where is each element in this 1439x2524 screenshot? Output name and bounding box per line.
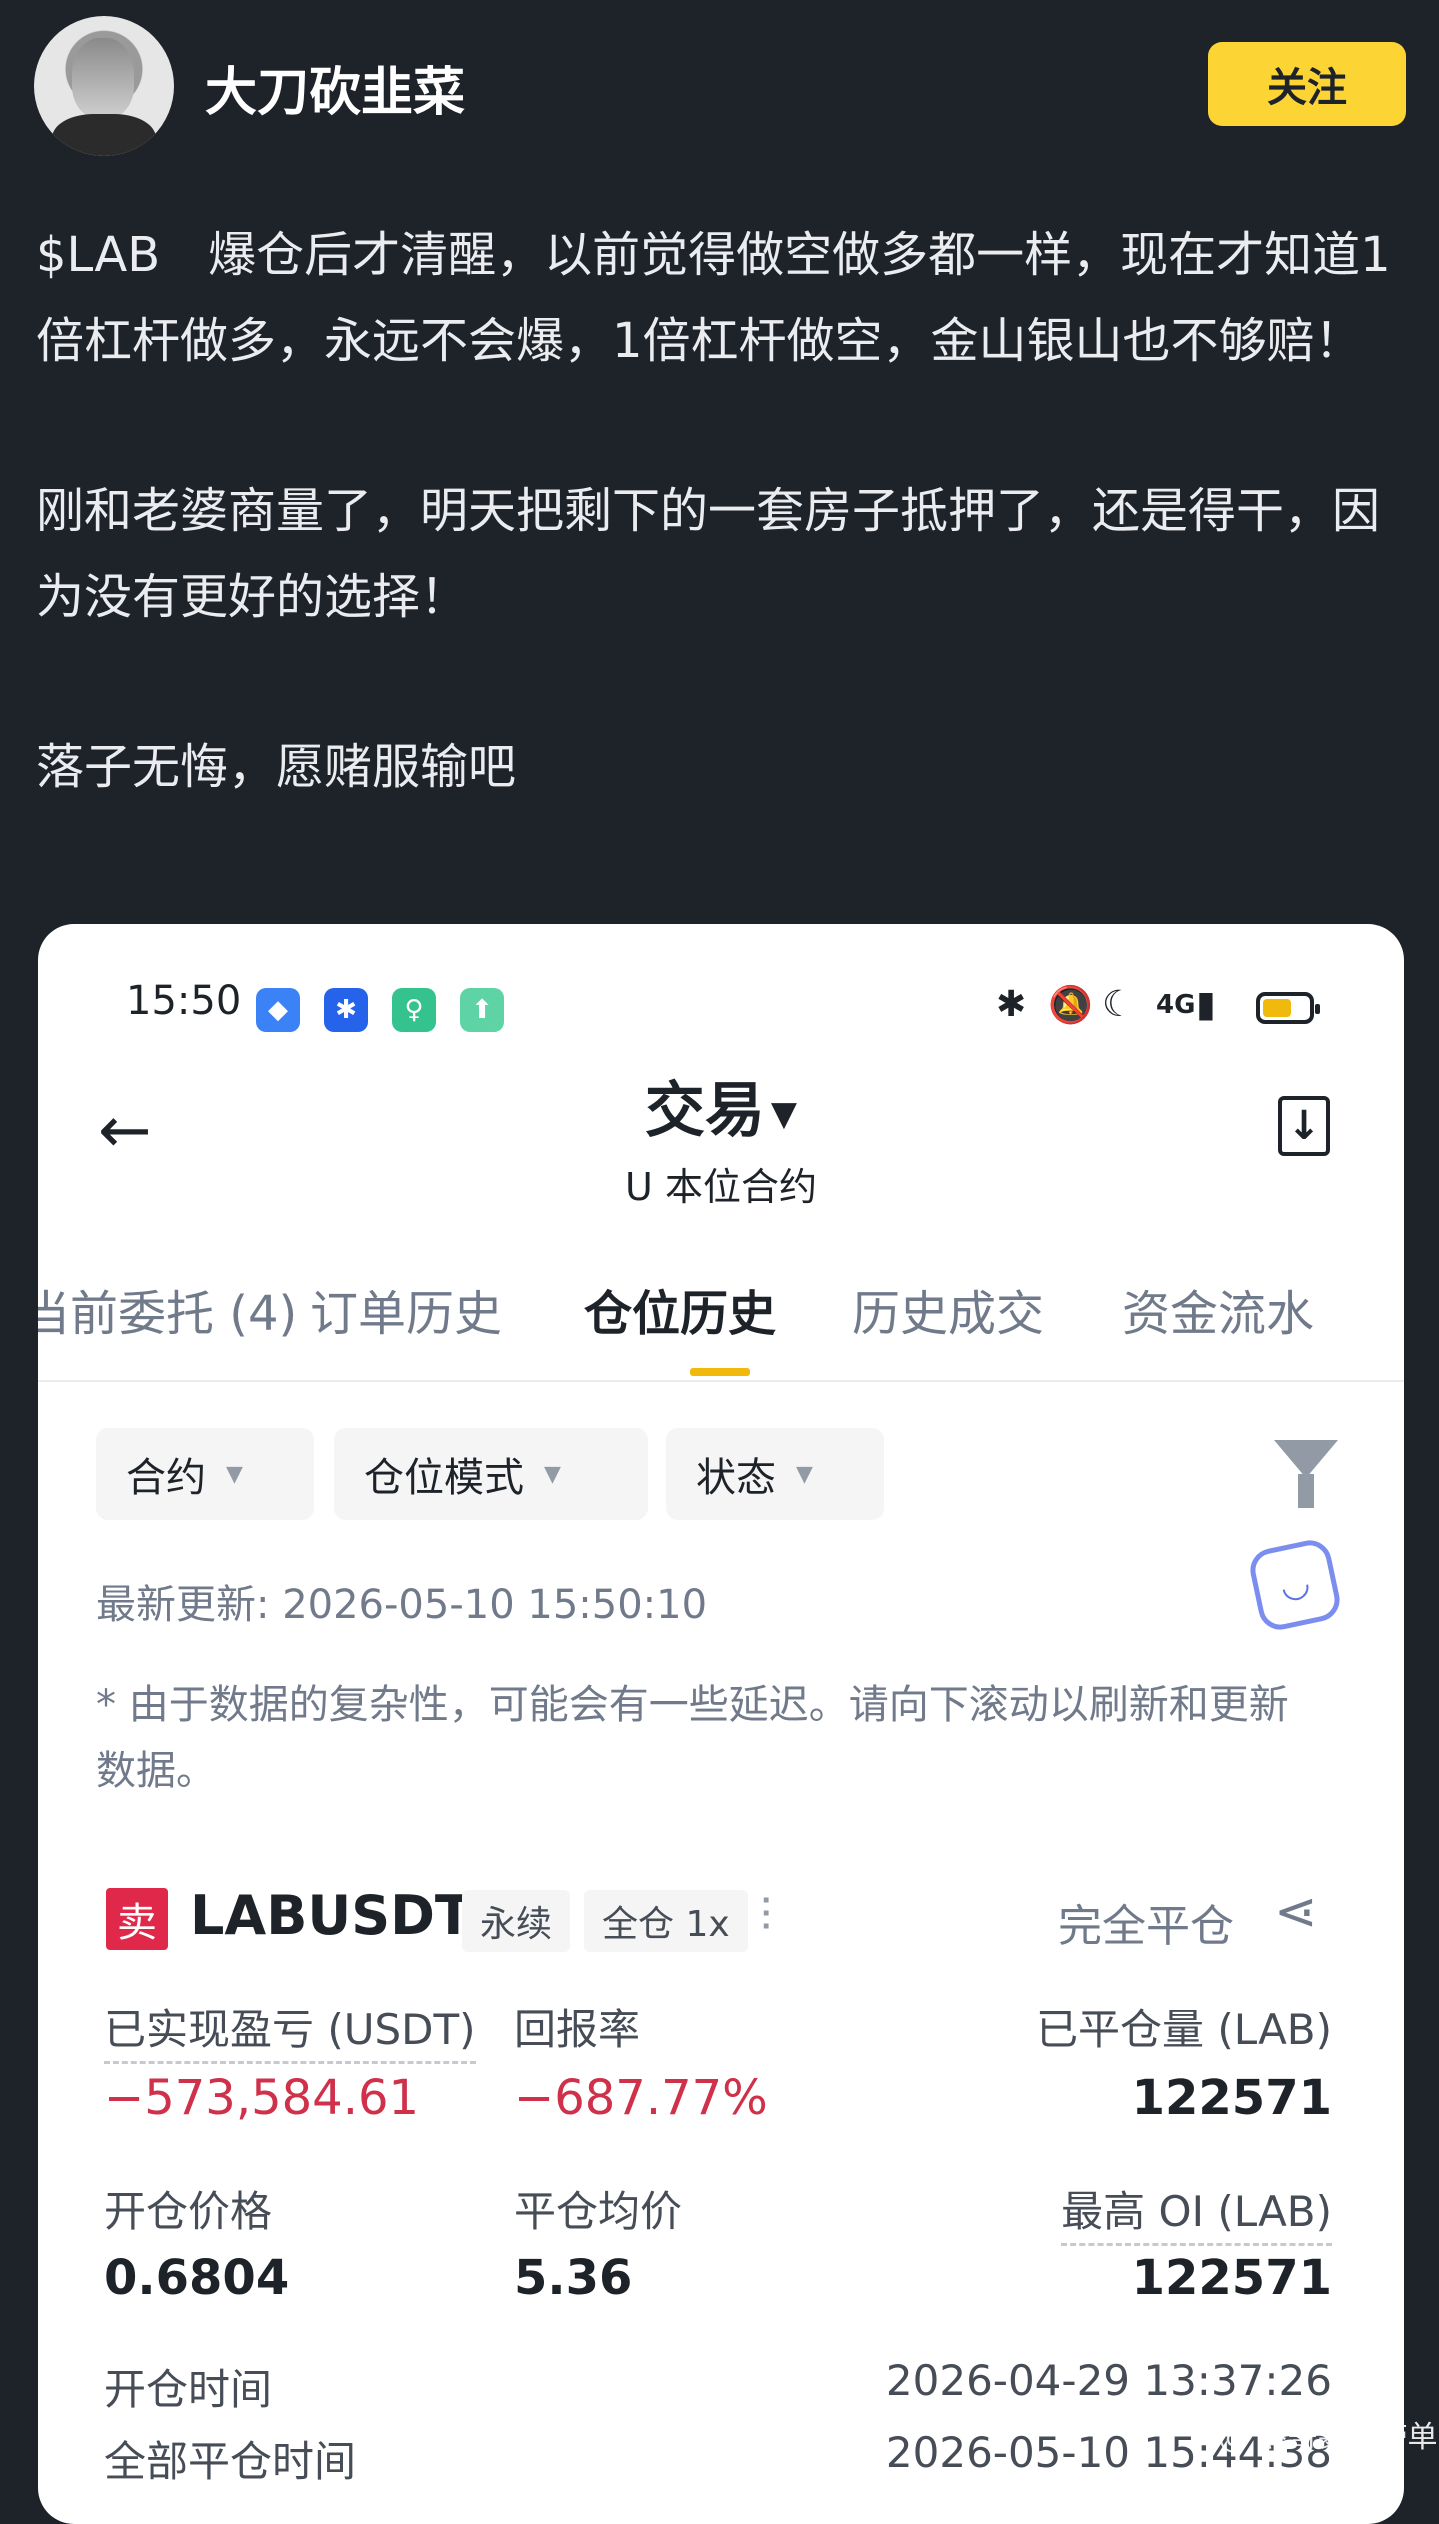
- author-avatar[interactable]: [34, 16, 174, 156]
- caret-down-icon: ▼: [770, 1094, 798, 1135]
- filter-contract-label: 合约: [126, 1455, 206, 1501]
- android-icon: ◆: [256, 988, 300, 1032]
- close-avg-value: 5.36: [514, 2250, 633, 2306]
- tab-trade-history[interactable]: 历史成交: [852, 1274, 1044, 1344]
- open-time-label: 开仓时间: [104, 2365, 273, 2414]
- open-price-label: 开仓价格: [104, 2187, 273, 2236]
- side-badge: 卖: [106, 1888, 168, 1950]
- avatar-suit: [52, 114, 156, 156]
- tab-order-history[interactable]: 订单历史: [310, 1274, 502, 1344]
- assistant-bot-icon[interactable]: ◡: [1246, 1536, 1344, 1634]
- signal-icon: ▮: [1196, 984, 1216, 1025]
- post-paragraph: 刚和老婆商量了，明天把剩下的一套房子抵押了，还是得干，因为没有更好的选择！: [36, 483, 1381, 625]
- tag-perpetual: 永续: [462, 1890, 571, 1952]
- mute-icon: 🔕: [1048, 985, 1093, 1026]
- chevron-down-icon: ▼: [796, 1461, 813, 1487]
- last-updated: 最新更新: 2026-05-10 15:50:10: [96, 1582, 708, 1628]
- position-symbol[interactable]: LABUSDT: [190, 1884, 472, 1947]
- tab-funding-flow[interactable]: 资金流水: [1122, 1274, 1314, 1344]
- realized-pnl-label[interactable]: 已实现盈亏 (USDT): [104, 1996, 476, 2064]
- chevron-down-icon: ▼: [226, 1461, 243, 1487]
- page-subtitle: U 本位合约: [625, 1165, 817, 1209]
- post-paragraph: 落子无悔，愿赌服输吧: [36, 739, 517, 795]
- open-time-value: 2026-04-29 13:37:26: [885, 2356, 1332, 2405]
- filter-contract[interactable]: 合约 ▼: [96, 1428, 314, 1520]
- active-tab-indicator: [690, 1368, 750, 1376]
- follow-button[interactable]: 关注: [1208, 42, 1406, 126]
- bluetooth-app-icon: ✱: [324, 988, 368, 1032]
- closed-qty-value: 122571: [1131, 2070, 1332, 2126]
- share-icon[interactable]: ⋖: [1274, 1882, 1318, 1942]
- candlestick-icon[interactable]: ⫶: [760, 1888, 772, 1944]
- open-price-value: 0.6804: [104, 2250, 290, 2306]
- tab-open-orders[interactable]: 当前委托 (4): [38, 1274, 297, 1344]
- network-label: 4G: [1156, 990, 1196, 1020]
- chevron-down-icon: ▼: [544, 1461, 561, 1487]
- update-icon: ⬆: [460, 988, 504, 1032]
- closed-qty-label: 已平仓量 (LAB): [1035, 2005, 1332, 2054]
- bluetooth-icon: ✱: [996, 984, 1027, 1025]
- close-all-button[interactable]: 完全平仓: [1058, 1890, 1234, 1954]
- tag-margin: 全仓 1x: [584, 1890, 748, 1952]
- max-oi-label[interactable]: 最高 OI (LAB): [1061, 2178, 1332, 2246]
- roi-label: 回报率: [514, 2005, 641, 2054]
- moon-icon: ☾: [1102, 984, 1135, 1025]
- location-icon: ♀: [392, 988, 436, 1032]
- filter-icon[interactable]: [1274, 1440, 1338, 1508]
- filter-status[interactable]: 状态 ▼: [666, 1428, 884, 1520]
- post-body: $LAB 爆仓后才清醒，以前觉得做空做多都一样，现在才知道1倍杠杆做多，永远不会…: [36, 212, 1416, 810]
- screenshot-card[interactable]: 15:50 ◆ ✱ ♀ ⬆ ✱ 🔕 ☾ 4G ▮ ← 交易 ▼ U 本位合约 ↓ …: [38, 924, 1404, 2524]
- filter-status-label: 状态: [696, 1455, 776, 1501]
- filter-position-mode[interactable]: 仓位模式 ▼: [334, 1428, 648, 1520]
- realized-pnl-value: −573,584.61: [104, 2070, 420, 2126]
- watermark: @ 杰哥暴利带单: [1218, 2420, 1438, 2455]
- close-avg-label: 平仓均价: [514, 2187, 683, 2236]
- max-oi-value: 122571: [1131, 2250, 1332, 2306]
- avatar-face: [72, 38, 134, 118]
- battery-icon: [1256, 992, 1320, 1024]
- download-icon[interactable]: ↓: [1278, 1096, 1330, 1156]
- page-title[interactable]: 交易 ▼: [38, 1062, 1404, 1149]
- status-time: 15:50: [126, 978, 242, 1024]
- page-title-text: 交易: [644, 1076, 765, 1146]
- close-time-label: 全部平仓时间: [104, 2437, 357, 2486]
- tab-position-history[interactable]: 仓位历史: [584, 1274, 776, 1344]
- tab-bar: 当前委托 (4) 订单历史 仓位历史 历史成交 资金流水: [38, 1274, 1404, 1342]
- tab-divider: [38, 1380, 1404, 1382]
- filter-position-mode-label: 仓位模式: [364, 1455, 524, 1501]
- delay-notice: * 由于数据的复杂性，可能会有一些延迟。请向下滚动以刷新和更新数据。: [96, 1682, 1289, 1794]
- roi-value: −687.77%: [514, 2070, 768, 2126]
- author-name[interactable]: 大刀砍韭菜: [205, 50, 465, 125]
- post-paragraph: $LAB 爆仓后才清醒，以前觉得做空做多都一样，现在才知道1倍杠杆做多，永远不会…: [36, 227, 1391, 369]
